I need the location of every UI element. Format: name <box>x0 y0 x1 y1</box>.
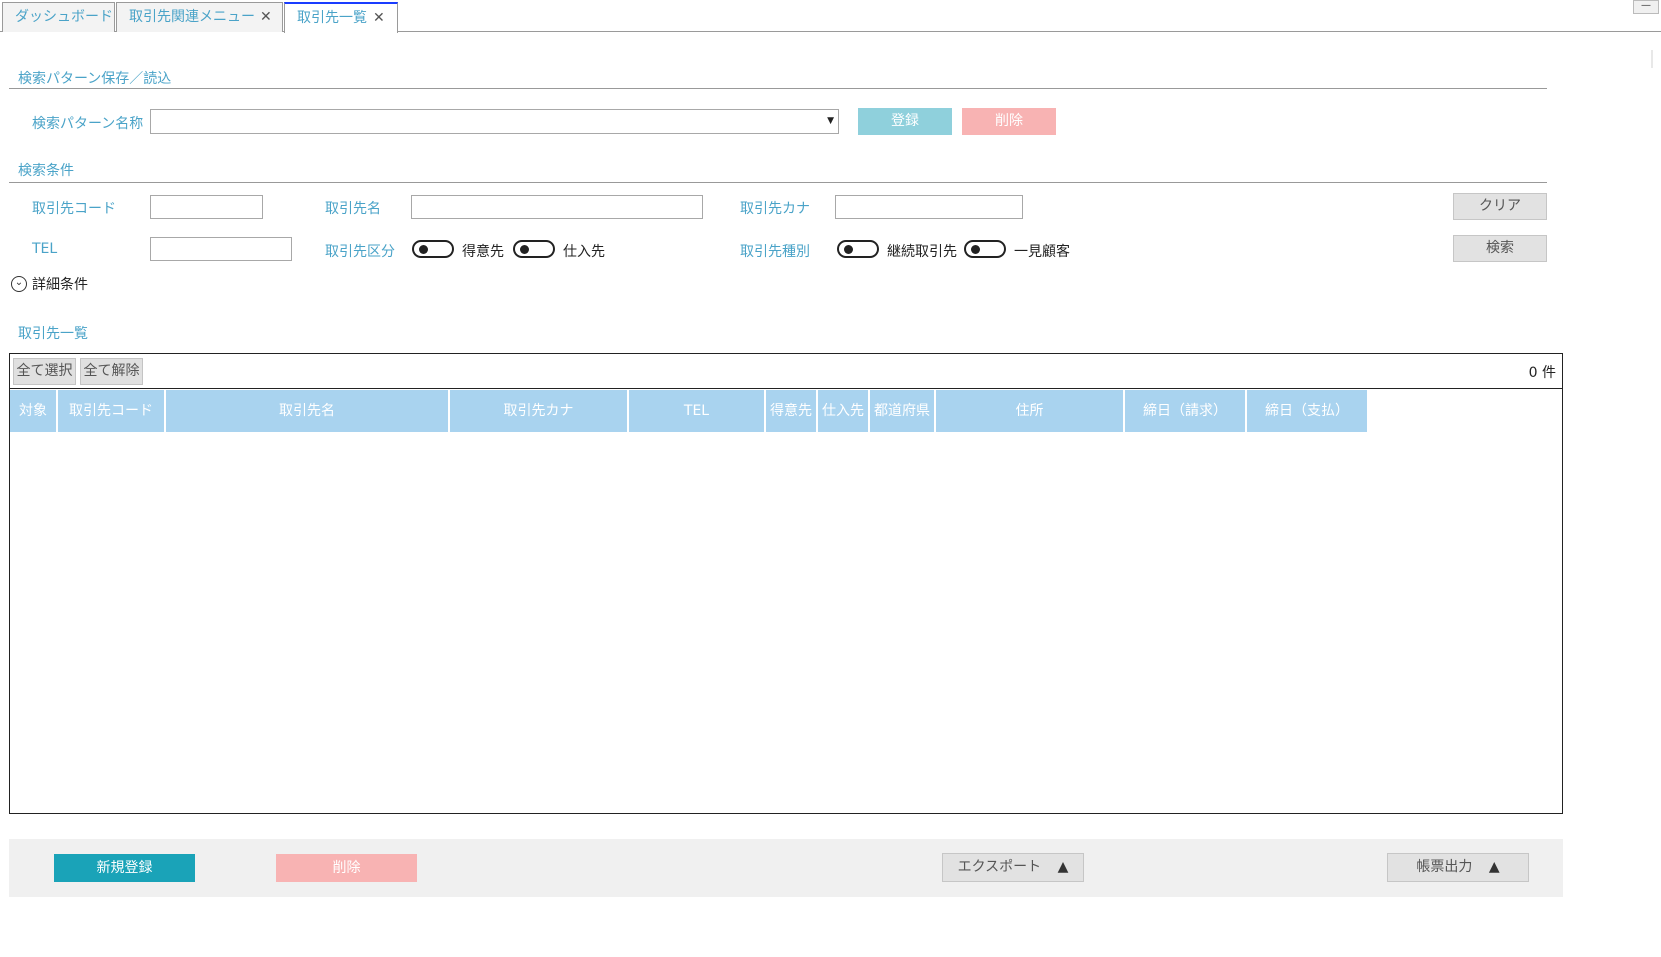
toggle-knob <box>520 245 529 254</box>
client-division-label: 取引先区分 <box>325 244 395 260</box>
client-kana-label: 取引先カナ <box>740 201 810 217</box>
column-header-tel[interactable]: TEL <box>629 390 766 432</box>
toggle-knob <box>971 245 980 254</box>
search-button[interactable]: 検索 <box>1453 235 1547 262</box>
client-code-input[interactable] <box>150 195 263 219</box>
chevron-down-circle-icon: ⌄ <box>11 276 27 292</box>
customer-toggle-label: 得意先 <box>462 244 504 260</box>
one-time-customer-label: 一見顧客 <box>1014 244 1070 260</box>
client-kana-input[interactable] <box>835 195 1023 219</box>
delete-pattern-button[interactable]: 削除 <box>962 108 1056 135</box>
one-time-customer-toggle[interactable] <box>964 240 1006 258</box>
triangle-up-icon: ▲ <box>1057 859 1069 875</box>
detail-conditions-toggle[interactable]: ⌄ 詳細条件 <box>11 274 88 294</box>
column-header-target[interactable]: 対象 <box>10 390 58 432</box>
supplier-toggle-label: 仕入先 <box>563 244 605 260</box>
scroll-indicator <box>1651 50 1653 68</box>
column-header-client-name[interactable]: 取引先名 <box>166 390 450 432</box>
delete-button[interactable]: 削除 <box>276 854 417 882</box>
register-pattern-button[interactable]: 登録 <box>858 108 952 135</box>
detail-conditions-label: 詳細条件 <box>32 277 88 293</box>
export-button[interactable]: エクスポート ▲ <box>942 853 1084 882</box>
toggle-knob <box>419 245 428 254</box>
divider <box>9 182 1547 183</box>
divider <box>9 88 1547 89</box>
pattern-name-label: 検索パターン名称 <box>32 116 144 132</box>
tel-input[interactable] <box>150 237 292 261</box>
tab-label: ダッシュボード <box>15 9 113 25</box>
column-header-client-code[interactable]: 取引先コード <box>58 390 166 432</box>
tab-label: 取引先関連メニュー <box>129 9 255 25</box>
toggle-knob <box>844 245 853 254</box>
column-header-prefecture[interactable]: 都道府県 <box>870 390 936 432</box>
clear-button[interactable]: クリア <box>1453 193 1547 220</box>
deselect-all-button[interactable]: 全て解除 <box>80 358 143 385</box>
continuing-client-label: 継続取引先 <box>887 244 957 260</box>
column-header-payment-close[interactable]: 締日（支払） <box>1247 390 1369 432</box>
report-label: 帳票出力 <box>1416 859 1473 875</box>
conditions-section-title: 検索条件 <box>18 163 74 179</box>
select-all-button[interactable]: 全て選択 <box>13 358 76 385</box>
supplier-toggle[interactable] <box>513 240 555 258</box>
column-header-customer[interactable]: 得意先 <box>766 390 818 432</box>
footer-bar: 新規登録 削除 エクスポート ▲ 帳票出力 ▲ <box>9 839 1563 897</box>
tel-label: TEL <box>32 241 58 257</box>
close-icon[interactable]: ✕ <box>260 3 272 31</box>
list-section-title: 取引先一覧 <box>18 326 88 342</box>
triangle-up-icon: ▲ <box>1488 859 1500 875</box>
client-type-label: 取引先種別 <box>740 244 810 260</box>
pattern-name-select[interactable]: ▼ <box>150 109 839 134</box>
tab-bar: ダッシュボード 取引先関連メニュー ✕ 取引先一覧 ✕ <box>0 0 1661 33</box>
column-header-client-kana[interactable]: 取引先カナ <box>450 390 629 432</box>
tab-client-list[interactable]: 取引先一覧 ✕ <box>284 2 398 33</box>
record-count: 0 件 <box>1528 365 1556 381</box>
tab-related-menu[interactable]: 取引先関連メニュー ✕ <box>116 2 283 32</box>
continuing-client-toggle[interactable] <box>837 240 879 258</box>
export-label: エクスポート <box>957 859 1042 875</box>
tab-dashboard[interactable]: ダッシュボード <box>2 2 115 32</box>
grid-divider <box>10 388 1562 389</box>
new-register-button[interactable]: 新規登録 <box>54 854 195 882</box>
pattern-section-title: 検索パターン保存／読込 <box>18 71 172 87</box>
client-name-input[interactable] <box>411 195 703 219</box>
caret-down-icon: ▼ <box>827 116 834 126</box>
tab-label: 取引先一覧 <box>297 10 367 26</box>
client-code-label: 取引先コード <box>32 201 116 217</box>
client-name-label: 取引先名 <box>325 201 381 217</box>
column-header-billing-close[interactable]: 締日（請求） <box>1125 390 1247 432</box>
minimize-button[interactable]: — <box>1633 0 1659 14</box>
column-header-supplier[interactable]: 仕入先 <box>818 390 870 432</box>
column-header-address[interactable]: 住所 <box>936 390 1125 432</box>
customer-toggle[interactable] <box>412 240 454 258</box>
client-grid: 全て選択 全て解除 0 件 対象 取引先コード 取引先名 取引先カナ TEL 得… <box>9 353 1563 814</box>
close-icon[interactable]: ✕ <box>373 4 385 32</box>
report-output-button[interactable]: 帳票出力 ▲ <box>1387 853 1529 882</box>
